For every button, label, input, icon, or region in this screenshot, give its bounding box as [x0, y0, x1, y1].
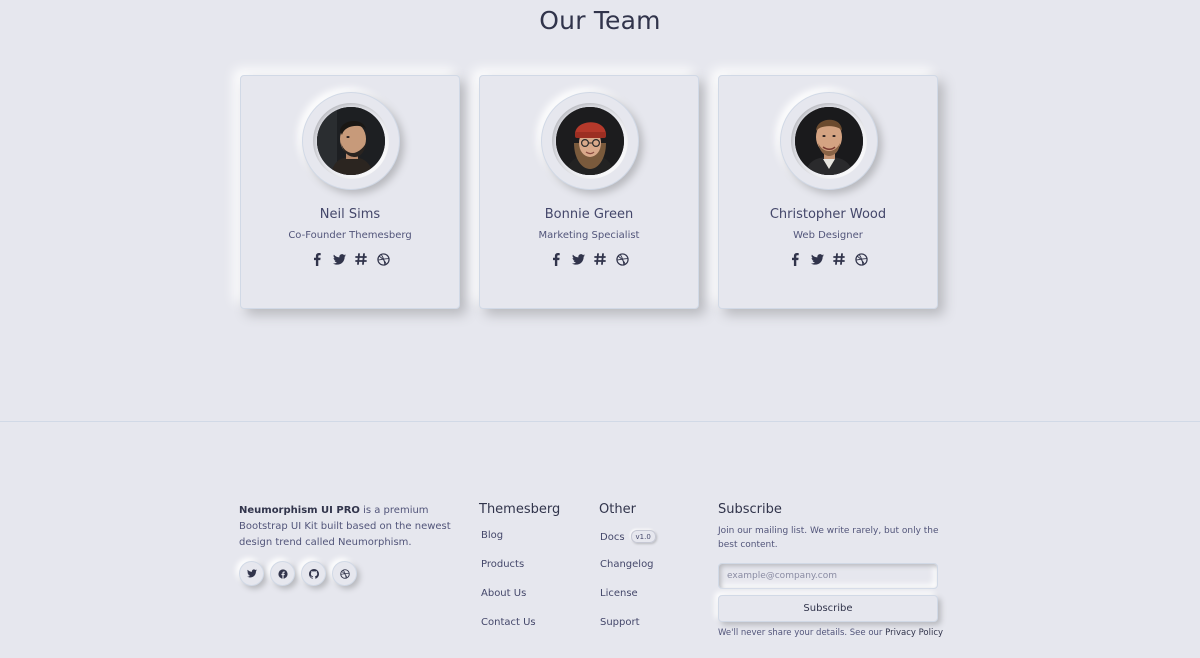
- footer-link-license[interactable]: License: [600, 588, 638, 599]
- facebook-icon[interactable]: [788, 252, 802, 266]
- member-role: Web Designer: [793, 230, 863, 241]
- avatar-frame: [541, 92, 639, 190]
- footer-link-changelog[interactable]: Changelog: [600, 559, 654, 570]
- subscribe-title: Subscribe: [718, 502, 782, 517]
- twitter-icon[interactable]: [810, 252, 824, 266]
- dribbble-icon[interactable]: [376, 252, 390, 266]
- twitter-icon[interactable]: [571, 252, 585, 266]
- footer-divider: [0, 421, 1200, 422]
- footer-link-contact-us[interactable]: Contact Us: [481, 617, 536, 628]
- team-card: Bonnie Green Marketing Specialist: [479, 75, 699, 309]
- facebook-icon[interactable]: [310, 252, 324, 266]
- footer-about: Neumorphism UI PRO is a premium Bootstra…: [239, 503, 464, 551]
- other-column-title: Other: [599, 502, 636, 517]
- team-card: Christopher Wood Web Designer: [718, 75, 938, 309]
- footer-link-blog[interactable]: Blog: [481, 530, 503, 541]
- github-icon: [308, 568, 319, 579]
- member-social-links: [719, 252, 937, 266]
- subscribe-description: Join our mailing list. We write rarely, …: [718, 526, 939, 550]
- slack-icon[interactable]: [354, 252, 368, 266]
- github-button[interactable]: [301, 561, 326, 586]
- dribbble-icon: [339, 568, 350, 579]
- privacy-policy-link[interactable]: Privacy Policy: [885, 628, 943, 638]
- avatar-frame: [302, 92, 400, 190]
- footer-link-about-us[interactable]: About Us: [481, 588, 526, 599]
- slack-icon[interactable]: [832, 252, 846, 266]
- subscribe-button[interactable]: Subscribe: [718, 595, 938, 622]
- dribbble-icon[interactable]: [854, 252, 868, 266]
- avatar: [556, 107, 624, 175]
- privacy-note: We'll never share your details. See our …: [718, 628, 943, 638]
- member-social-links: [241, 252, 459, 266]
- man-with-beard-photo: [317, 107, 385, 175]
- version-badge: v1.0: [630, 530, 656, 543]
- themesberg-column-title: Themesberg: [479, 502, 561, 517]
- member-name: Bonnie Green: [544, 207, 634, 222]
- facebook-icon: [277, 568, 288, 579]
- dribbble-icon[interactable]: [615, 252, 629, 266]
- slack-icon[interactable]: [593, 252, 607, 266]
- footer-link-support[interactable]: Support: [600, 617, 640, 628]
- woman-with-red-beanie-photo: [556, 107, 624, 175]
- member-role: Co-Founder Themesberg: [288, 230, 412, 241]
- member-name: Christopher Wood: [769, 207, 887, 222]
- team-card: Neil Sims Co-Founder Themesberg: [240, 75, 460, 309]
- twitter-icon: [246, 569, 257, 578]
- footer-social-links: [239, 561, 357, 586]
- facebook-button[interactable]: [270, 561, 295, 586]
- facebook-icon[interactable]: [549, 252, 563, 266]
- member-social-links: [480, 252, 698, 266]
- twitter-icon[interactable]: [332, 252, 346, 266]
- twitter-button[interactable]: [239, 561, 264, 586]
- footer-link-products[interactable]: Products: [481, 559, 524, 570]
- member-name: Neil Sims: [319, 207, 381, 222]
- email-input[interactable]: [718, 563, 938, 589]
- footer-link-docs[interactable]: Docs: [600, 532, 625, 543]
- team-cards: Neil Sims Co-Founder Themesberg Bonnie G…: [240, 75, 960, 311]
- member-role: Marketing Specialist: [538, 230, 640, 241]
- smiling-man-photo: [795, 107, 863, 175]
- avatar: [795, 107, 863, 175]
- dribbble-button[interactable]: [332, 561, 357, 586]
- privacy-text: We'll never share your details. See our: [718, 628, 886, 638]
- brand-name: Neumorphism UI PRO: [239, 505, 360, 516]
- avatar-frame: [780, 92, 878, 190]
- avatar: [317, 107, 385, 175]
- section-title: Our Team: [539, 6, 661, 35]
